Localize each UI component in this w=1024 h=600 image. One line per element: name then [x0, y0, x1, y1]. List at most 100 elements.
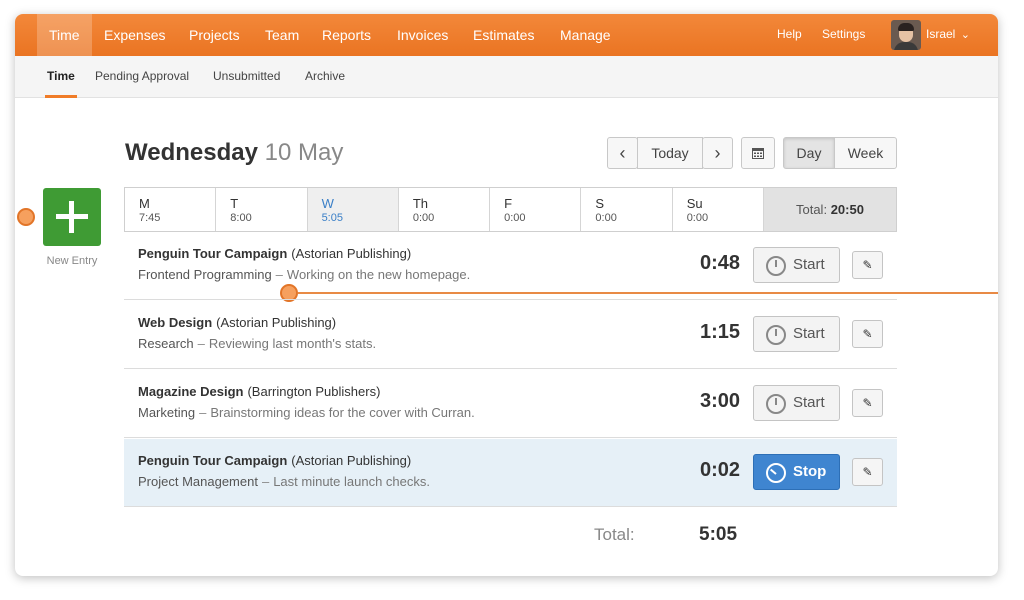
day-total: 7:45 — [139, 212, 161, 224]
new-entry-label: New Entry — [46, 255, 98, 267]
entry-project-line: Magazine Design (Barrington Publishers) — [138, 384, 380, 399]
day-name: Su — [686, 196, 703, 211]
settings-link[interactable]: Settings — [822, 14, 865, 56]
day-total: 0:00 — [412, 212, 435, 224]
page-title: Wednesday 10 May — [125, 139, 343, 167]
nav-invoices[interactable]: Invoices — [385, 14, 460, 56]
app-window: Time Expenses Projects Team Reports Invo… — [15, 14, 998, 576]
start-timer-button[interactable]: Start — [753, 385, 840, 421]
day-tab-tuesday[interactable]: T 8:00 — [216, 188, 308, 231]
entry-task-line: Frontend Programming – Working on the new … — [138, 267, 470, 282]
clock-icon — [766, 394, 786, 414]
tab-unsubmitted[interactable]: Unsubmitted — [213, 56, 280, 98]
nav-estimates[interactable]: Estimates — [461, 14, 546, 56]
day-view-button[interactable]: Day — [783, 137, 835, 169]
entry-project: Penguin Tour Campaign — [138, 453, 288, 468]
start-timer-label: Start — [793, 325, 825, 342]
entry-duration: 1:15 — [699, 321, 740, 343]
entry-project-line: Web Design (Astorian Publishing) — [138, 315, 336, 330]
entry-project-line: Penguin Tour Campaign (Astorian Publishin… — [138, 246, 411, 261]
day-tab-friday[interactable]: F 0:00 — [490, 188, 582, 231]
entry-notes: Reviewing last month's stats. — [208, 336, 377, 351]
time-entry-row: Web Design (Astorian Publishing) Research… — [124, 301, 897, 369]
entry-notes: Last minute launch checks. — [273, 474, 430, 489]
nav-team[interactable]: Team — [253, 14, 311, 56]
user-menu[interactable]: Israel ⌄ — [926, 14, 970, 56]
page-title-day: Wednesday — [125, 139, 258, 166]
prev-day-button[interactable]: ‹ — [607, 137, 638, 169]
start-timer-label: Start — [793, 394, 825, 411]
day-tab-wednesday[interactable]: W 5:05 — [307, 188, 399, 231]
calendar-button[interactable] — [741, 137, 775, 169]
tab-pending-approval[interactable]: Pending Approval — [95, 56, 189, 98]
week-strip: M 7:45 T 8:00 W 5:05 Th 0:00 F 0:00 S 0:… — [124, 187, 897, 232]
entry-separator: – — [261, 474, 270, 489]
plus-icon-stroke — [69, 201, 74, 233]
day-name: W — [321, 196, 334, 211]
avatar[interactable] — [891, 20, 921, 50]
nav-expenses[interactable]: Expenses — [92, 14, 177, 56]
entry-client: (Barrington Publishers) — [247, 384, 381, 399]
nav-reports[interactable]: Reports — [310, 14, 383, 56]
pencil-icon: ✎ — [862, 465, 873, 479]
week-total-value: 20:50 — [830, 202, 864, 217]
nav-time[interactable]: Time — [37, 14, 92, 56]
day-tab-saturday[interactable]: S 0:00 — [581, 188, 673, 231]
calendar-icon — [752, 148, 764, 159]
chevron-down-icon: ⌄ — [960, 29, 970, 41]
day-total: 5:05 — [321, 212, 343, 224]
nav-projects[interactable]: Projects — [177, 14, 252, 56]
tab-time[interactable]: Time — [45, 56, 77, 98]
avatar-hair-shape — [898, 23, 914, 31]
start-timer-button[interactable]: Start — [753, 316, 840, 352]
day-tab-sunday[interactable]: Su 0:00 — [673, 188, 764, 231]
help-link[interactable]: Help — [777, 14, 802, 56]
start-timer-button[interactable]: Start — [753, 247, 840, 283]
day-total-value: 5:05 — [699, 524, 738, 545]
week-view-button[interactable]: Week — [834, 137, 897, 169]
next-day-button[interactable]: › — [702, 137, 733, 169]
pencil-icon: ✎ — [862, 396, 873, 410]
entry-project: Penguin Tour Campaign — [138, 246, 288, 261]
entry-task-line: Research – Reviewing last month's stats. — [138, 336, 376, 351]
entry-project-line: Penguin Tour Campaign (Astorian Publishin… — [138, 453, 411, 468]
entry-task: Frontend Programming — [138, 267, 272, 282]
entry-client: (Astorian Publishing) — [291, 246, 412, 261]
day-total: 0:00 — [504, 212, 526, 224]
entry-task-line: Project Management – Last minute launch ch… — [138, 474, 430, 489]
day-tab-monday[interactable]: M 7:45 — [125, 188, 217, 231]
entry-task: Research — [138, 336, 194, 351]
time-entry-row-running: Penguin Tour Campaign (Astorian Publishin… — [124, 439, 897, 507]
top-nav: Time Expenses Projects Team Reports Invo… — [15, 14, 998, 56]
day-total: 0:00 — [595, 212, 617, 224]
time-entry-row: Magazine Design (Barrington Publishers) M… — [124, 370, 897, 438]
stop-timer-button[interactable]: Stop — [753, 454, 840, 490]
day-total: 0:00 — [686, 212, 709, 224]
avatar-body-shape — [894, 42, 918, 50]
day-name: T — [230, 196, 239, 211]
edit-entry-button[interactable]: ✎ — [852, 320, 883, 348]
entry-notes: Working on the new homepage. — [286, 267, 471, 282]
week-total-label: Total: — [795, 202, 828, 217]
time-entry-row: Penguin Tour Campaign (Astorian Publishin… — [124, 232, 897, 300]
pencil-icon: ✎ — [862, 327, 873, 341]
day-tab-thursday[interactable]: Th 0:00 — [399, 188, 491, 231]
entry-client: (Astorian Publishing) — [291, 453, 412, 468]
entry-duration: 0:48 — [699, 252, 740, 274]
stop-timer-label: Stop — [793, 463, 827, 480]
edit-entry-button[interactable]: ✎ — [852, 251, 883, 279]
new-entry-button[interactable] — [43, 188, 101, 246]
entry-task: Marketing — [138, 405, 196, 420]
nav-manage[interactable]: Manage — [548, 14, 623, 56]
page-title-date: 10 May — [264, 139, 344, 166]
today-button[interactable]: Today — [637, 137, 703, 169]
edit-entry-button[interactable]: ✎ — [852, 389, 883, 417]
edit-entry-button[interactable]: ✎ — [852, 458, 883, 486]
entry-duration: 0:02 — [699, 459, 740, 481]
day-total: 8:00 — [230, 212, 252, 224]
tab-archive[interactable]: Archive — [305, 56, 345, 98]
entry-project: Magazine Design — [138, 384, 244, 399]
entry-separator: – — [199, 405, 207, 420]
entry-project: Web Design — [138, 315, 213, 330]
day-name: M — [139, 196, 150, 211]
